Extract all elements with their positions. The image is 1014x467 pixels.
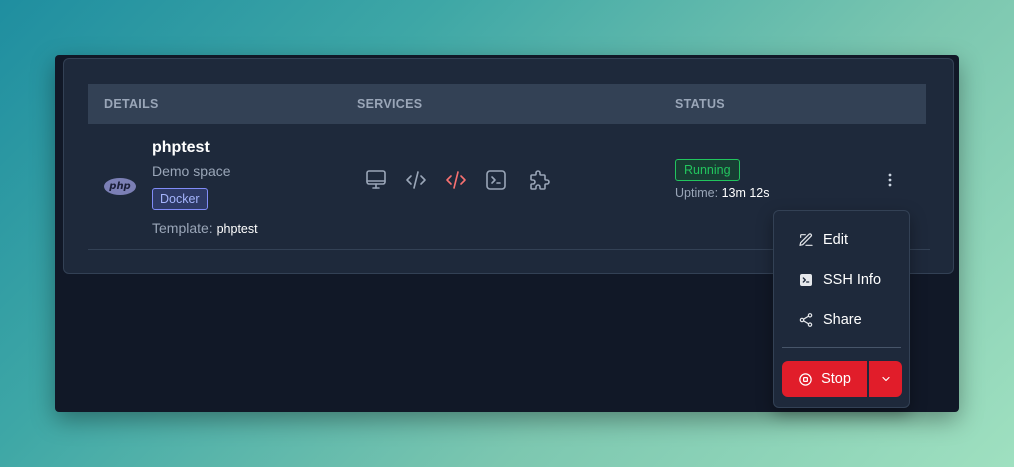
menu-item-share-label: Share <box>823 312 862 328</box>
uptime-label: Uptime: <box>675 186 719 200</box>
more-options-icon[interactable] <box>882 171 898 189</box>
menu-item-ssh-label: SSH Info <box>823 272 882 288</box>
menu-item-edit[interactable]: Edit <box>798 232 848 248</box>
stop-icon <box>799 372 812 386</box>
template-info: Template: phptest <box>152 220 258 236</box>
terminal-icon <box>800 274 812 286</box>
uptime: Uptime: 13m 12s <box>675 186 770 200</box>
terminal-icon[interactable] <box>484 168 508 192</box>
stop-dropdown-button[interactable] <box>869 361 902 397</box>
edit-icon <box>799 233 813 246</box>
desktop-icon[interactable] <box>364 168 388 192</box>
uptime-value: 13m 12s <box>721 186 770 200</box>
menu-item-share[interactable]: Share <box>798 312 862 328</box>
header-services: SERVICES <box>357 97 423 111</box>
docker-badge: Docker <box>152 188 208 210</box>
header-details: DETAILS <box>104 97 159 111</box>
chevron-down-icon <box>881 376 890 382</box>
header-status: STATUS <box>675 97 725 111</box>
actions-menu: Edit SSH Info Share Stop <box>773 210 910 408</box>
share-icon <box>799 313 813 327</box>
table-header: DETAILS SERVICES STATUS <box>88 84 926 124</box>
puzzle-icon[interactable] <box>528 168 552 192</box>
code-icon-active[interactable] <box>444 168 468 192</box>
menu-item-edit-label: Edit <box>823 232 848 248</box>
space-description: Demo space <box>152 163 231 179</box>
stop-button-group: Stop <box>782 361 902 397</box>
stop-button[interactable]: Stop <box>782 361 867 397</box>
php-logo-icon: php <box>104 178 136 195</box>
menu-divider <box>782 347 901 348</box>
stop-button-label: Stop <box>821 371 851 387</box>
code-icon[interactable] <box>404 168 428 192</box>
template-value: phptest <box>216 222 258 236</box>
template-label: Template: <box>152 220 213 236</box>
menu-item-ssh-info[interactable]: SSH Info <box>798 272 881 288</box>
status-badge: Running <box>675 159 740 181</box>
space-name[interactable]: phptest <box>152 139 210 157</box>
